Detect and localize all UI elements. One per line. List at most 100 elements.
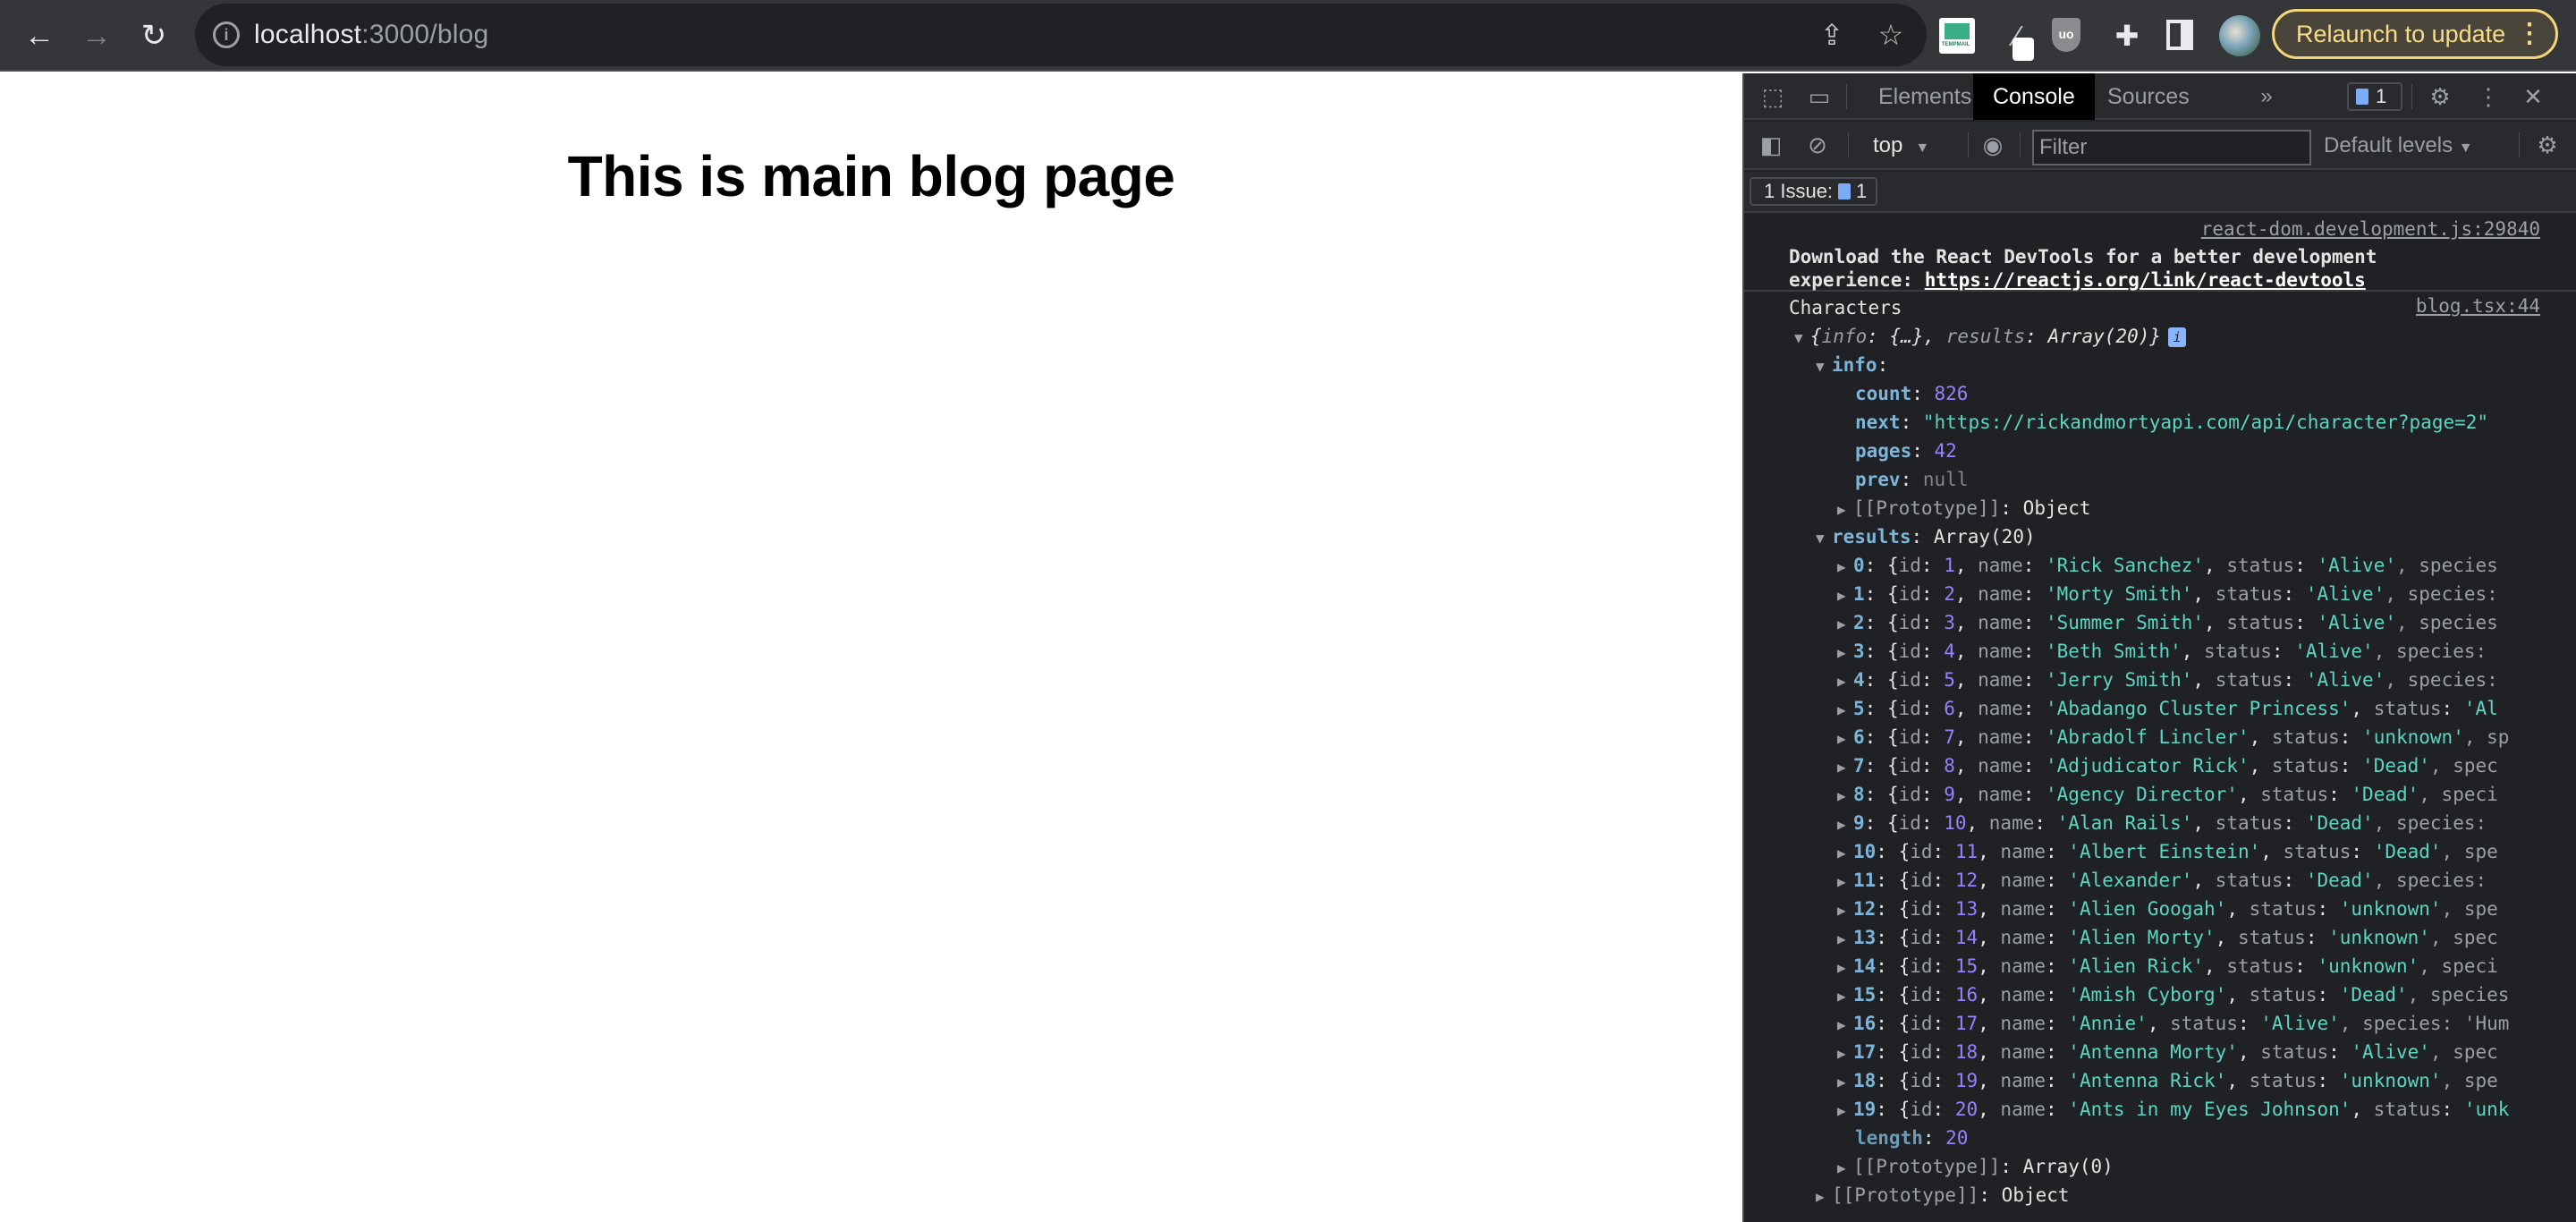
result-id: 15 — [1954, 955, 1979, 977]
collapsed-triangle-icon[interactable]: ▶ — [1837, 839, 1853, 866]
bookmark-star-icon[interactable]: ☆ — [1873, 16, 1909, 54]
extensions-puzzle-icon[interactable]: ✚ — [2109, 18, 2145, 54]
info-row[interactable]: ▼ info: — [1744, 351, 2576, 379]
result-item-row[interactable]: ▶ 16: {id: 17, name: 'Annie', status: 'Al… — [1744, 1009, 2576, 1038]
result-index: 0 — [1853, 555, 1865, 576]
tab-elements[interactable]: Elements — [1859, 73, 1991, 120]
relaunch-label: Relaunch to update — [2296, 21, 2506, 47]
info-prototype-row[interactable]: ▶ [[Prototype]]: Object — [1744, 494, 2576, 522]
result-item-row[interactable]: ▶ 13: {id: 14, name: 'Alien Morty', statu… — [1744, 923, 2576, 952]
results-row[interactable]: ▼ results: Array(20) — [1744, 522, 2576, 551]
more-options-icon[interactable]: ⋮ — [2474, 82, 2503, 111]
collapsed-triangle-icon[interactable]: ▶ — [1837, 1040, 1853, 1066]
result-index: 17 — [1853, 1041, 1877, 1063]
result-status: 'Alive' — [2260, 1013, 2340, 1034]
result-item-row[interactable]: ▶ 5: {id: 6, name: 'Abadango Cluster Prin… — [1744, 694, 2576, 723]
sidebar-toggle-icon[interactable]: ◧ — [1757, 131, 1785, 159]
tab-sources[interactable]: Sources — [2088, 73, 2209, 120]
context-selector[interactable]: top ▼ — [1873, 131, 1929, 161]
collapsed-triangle-icon[interactable]: ▶ — [1837, 954, 1853, 980]
result-item-row[interactable]: ▶ 0: {id: 1, name: 'Rick Sanchez', status… — [1744, 551, 2576, 580]
result-tail: , species: — [2373, 812, 2487, 834]
result-item-row[interactable]: ▶ 11: {id: 12, name: 'Alexander', status:… — [1744, 866, 2576, 895]
log-levels-dropdown[interactable]: Default levels ▼ — [2324, 131, 2473, 161]
result-name: 'Adjudicator Rick' — [2046, 755, 2250, 776]
result-item-row[interactable]: ▶ 2: {id: 3, name: 'Summer Smith', status… — [1744, 608, 2576, 637]
collapsed-triangle-icon[interactable]: ▶ — [1816, 1183, 1832, 1209]
divider — [2519, 132, 2520, 157]
collapsed-triangle-icon[interactable]: ▶ — [1837, 667, 1853, 694]
collapsed-triangle-icon[interactable]: ▶ — [1837, 810, 1853, 837]
close-icon[interactable]: ✕ — [2519, 82, 2547, 111]
collapsed-triangle-icon[interactable]: ▶ — [1837, 553, 1853, 580]
forward-button[interactable]: → — [77, 16, 116, 55]
result-item-row[interactable]: ▶ 9: {id: 10, name: 'Alan Rails', status:… — [1744, 809, 2576, 837]
info-badge-icon[interactable]: i — [2168, 327, 2187, 347]
info-next-row: next: "https://rickandmortyapi.com/api/c… — [1855, 412, 2489, 433]
results-prototype-row[interactable]: ▶ [[Prototype]]: Array(0) — [1744, 1152, 2576, 1181]
result-item-row[interactable]: ▶ 18: {id: 19, name: 'Antenna Rick', stat… — [1744, 1066, 2576, 1095]
settings-gear-icon[interactable]: ⚙ — [2426, 82, 2454, 111]
result-item-row[interactable]: ▶ 4: {id: 5, name: 'Jerry Smith', status:… — [1744, 666, 2576, 694]
collapsed-triangle-icon[interactable]: ▶ — [1837, 1154, 1853, 1181]
result-item-row[interactable]: ▶ 12: {id: 13, name: 'Alien Googah', stat… — [1744, 895, 2576, 923]
result-item-row[interactable]: ▶ 6: {id: 7, name: 'Abradolf Lincler', st… — [1744, 723, 2576, 751]
console-settings-gear-icon[interactable]: ⚙ — [2533, 131, 2562, 159]
collapsed-triangle-icon[interactable]: ▶ — [1837, 639, 1853, 666]
result-item-row[interactable]: ▶ 15: {id: 16, name: 'Amish Cyborg', stat… — [1744, 980, 2576, 1009]
result-item-row[interactable]: ▶ 1: {id: 2, name: 'Morty Smith', status:… — [1744, 580, 2576, 608]
relaunch-button[interactable]: Relaunch to update ⋮ — [2272, 9, 2558, 59]
ublock-extension-icon[interactable]: uo — [2052, 18, 2080, 52]
collapsed-triangle-icon[interactable]: ▶ — [1837, 610, 1853, 637]
result-item-row[interactable]: ▶ 7: {id: 8, name: 'Adjudicator Rick', st… — [1744, 751, 2576, 780]
clear-console-icon[interactable]: ⊘ — [1803, 131, 1832, 159]
device-toolbar-icon[interactable]: ▭ — [1805, 82, 1834, 111]
collapsed-triangle-icon[interactable]: ▶ — [1837, 868, 1853, 895]
expanded-triangle-icon[interactable]: ▼ — [1794, 324, 1810, 351]
console-filter-input[interactable] — [2032, 130, 2311, 165]
collapsed-triangle-icon[interactable]: ▶ — [1837, 896, 1853, 923]
result-item-row[interactable]: ▶ 19: {id: 20, name: 'Ants in my Eyes Joh… — [1744, 1095, 2576, 1124]
back-button[interactable]: ← — [20, 16, 59, 55]
tempmail-extension-icon[interactable] — [1939, 18, 1975, 54]
expanded-triangle-icon[interactable]: ▼ — [1816, 524, 1832, 551]
url-text[interactable]: localhost:3000/blog — [254, 20, 488, 50]
results-prototype-value: Array(0) — [2022, 1156, 2114, 1177]
collapsed-triangle-icon[interactable]: ▶ — [1837, 725, 1853, 751]
more-menu-icon[interactable]: ⋮ — [2516, 12, 2543, 56]
collapsed-triangle-icon[interactable]: ▶ — [1837, 782, 1853, 809]
log-label-row: Characters — [1744, 293, 2576, 322]
profile-avatar[interactable] — [2219, 15, 2260, 56]
expanded-triangle-icon[interactable]: ▼ — [1816, 352, 1832, 379]
collapsed-triangle-icon[interactable]: ▶ — [1837, 753, 1853, 780]
source-link[interactable]: react-dom.development.js:29840 — [2201, 218, 2540, 240]
site-info-icon[interactable]: i — [213, 21, 240, 48]
issues-button[interactable]: 1 Issue: 1 — [1750, 177, 1878, 206]
inspect-element-icon[interactable]: ⬚ — [1758, 82, 1787, 111]
result-item-row[interactable]: ▶ 8: {id: 9, name: 'Agency Director', sta… — [1744, 780, 2576, 809]
collapsed-triangle-icon[interactable]: ▶ — [1837, 1011, 1853, 1038]
collapsed-triangle-icon[interactable]: ▶ — [1837, 696, 1853, 723]
collapsed-triangle-icon[interactable]: ▶ — [1837, 581, 1853, 608]
collapsed-triangle-icon[interactable]: ▶ — [1837, 1068, 1853, 1095]
reload-button[interactable]: ↻ — [134, 16, 174, 55]
result-item-row[interactable]: ▶ 14: {id: 15, name: 'Alien Rick', status… — [1744, 952, 2576, 980]
tab-console[interactable]: Console — [1973, 73, 2095, 120]
issue-counter-button[interactable]: 1 — [2347, 82, 2402, 111]
side-panel-icon[interactable] — [2166, 20, 2193, 50]
collapsed-triangle-icon[interactable]: ▶ — [1837, 925, 1853, 952]
result-item-row[interactable]: ▶ 10: {id: 11, name: 'Albert Einstein', s… — [1744, 837, 2576, 866]
root-prototype-row[interactable]: ▶ [[Prototype]]: Object — [1744, 1181, 2576, 1209]
result-tail: , species: — [2373, 641, 2487, 662]
address-bar[interactable]: i localhost:3000/blog ⇪ ☆ — [195, 4, 1927, 66]
more-tabs-icon[interactable]: » — [2252, 82, 2281, 111]
collapsed-triangle-icon[interactable]: ▶ — [1837, 982, 1853, 1009]
collapsed-triangle-icon[interactable]: ▶ — [1837, 1097, 1853, 1124]
result-item-row[interactable]: ▶ 3: {id: 4, name: 'Beth Smith', status: … — [1744, 637, 2576, 666]
share-icon[interactable]: ⇪ — [1814, 16, 1850, 54]
live-expression-eye-icon[interactable]: ◉ — [1979, 131, 2007, 159]
react-devtools-link[interactable]: https://reactjs.org/link/react-devtools — [1925, 269, 2366, 291]
result-item-row[interactable]: ▶ 17: {id: 18, name: 'Antenna Morty', sta… — [1744, 1038, 2576, 1066]
object-summary-row[interactable]: ▼ {info: {…}, results: Array(20)} i — [1744, 322, 2576, 351]
collapsed-triangle-icon[interactable]: ▶ — [1837, 496, 1853, 522]
